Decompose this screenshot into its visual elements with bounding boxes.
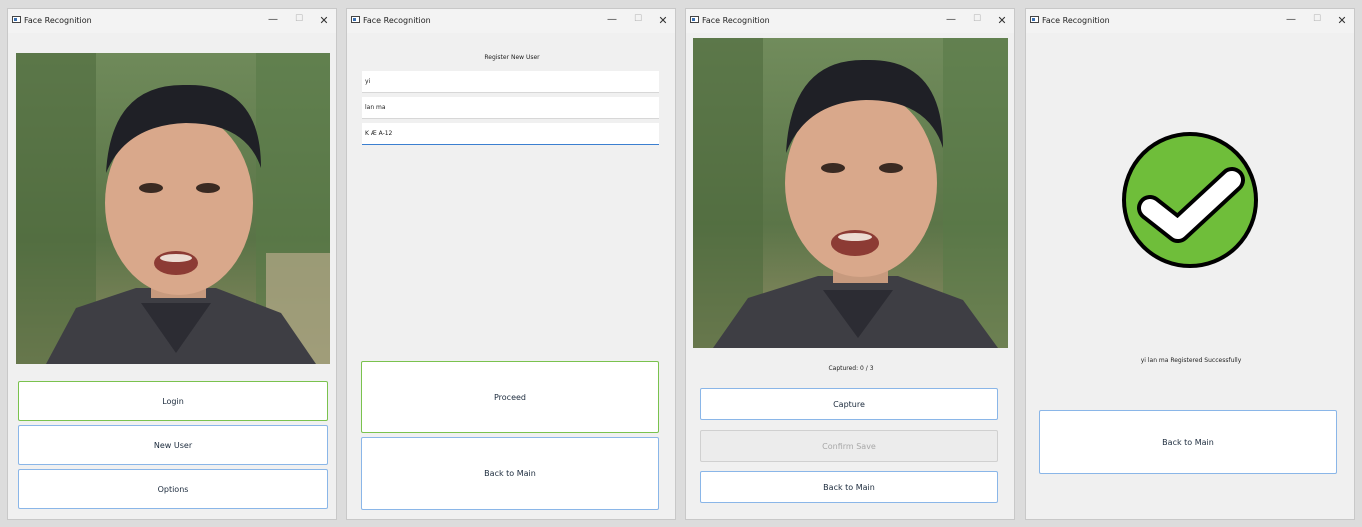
last-name-field[interactable]: lan ma: [362, 97, 659, 119]
new-user-button[interactable]: New User: [18, 425, 328, 465]
camera-feed: [693, 38, 1008, 348]
title-bar: Face Recognition — ☐ ✕: [686, 9, 1014, 33]
app-icon: [690, 16, 699, 23]
capture-status: Captured: 0 / 3: [828, 365, 874, 372]
minimize-button[interactable]: —: [265, 14, 281, 25]
success-window: Face Recognition — ☐ ✕ yi lan ma Registe…: [1025, 8, 1355, 520]
main-window: Face Recognition — ☐ ✕ Login New User Op…: [7, 8, 337, 520]
first-name-field[interactable]: yi: [362, 71, 659, 93]
window-title: Face Recognition: [1042, 16, 1110, 25]
app-icon: [351, 16, 360, 23]
close-button[interactable]: ✕: [1334, 14, 1350, 27]
window-title: Face Recognition: [702, 16, 770, 25]
close-button[interactable]: ✕: [655, 14, 671, 27]
title-bar: Face Recognition — ☐ ✕: [1026, 9, 1354, 33]
id-field[interactable]: K Æ A-12: [362, 123, 659, 145]
title-bar: Face Recognition — ☐ ✕: [347, 9, 675, 33]
confirm-save-button[interactable]: Confirm Save: [700, 430, 998, 462]
window-title: Face Recognition: [363, 16, 431, 25]
register-window: Face Recognition — ☐ ✕ Register New User…: [346, 8, 676, 520]
minimize-button[interactable]: —: [1283, 14, 1299, 25]
camera-feed: [16, 53, 330, 364]
app-icon: [12, 16, 21, 23]
maximize-button[interactable]: ☐: [1309, 14, 1325, 24]
proceed-button[interactable]: Proceed: [361, 361, 659, 433]
back-to-main-button[interactable]: Back to Main: [700, 471, 998, 503]
close-button[interactable]: ✕: [316, 14, 332, 27]
register-heading: Register New User: [484, 54, 540, 61]
capture-window: Face Recognition — ☐ ✕ Captured: 0 / 3 C…: [685, 8, 1015, 520]
camera-image: [16, 53, 330, 364]
title-bar: Face Recognition — ☐ ✕: [8, 9, 336, 33]
capture-button[interactable]: Capture: [700, 388, 998, 420]
options-button[interactable]: Options: [18, 469, 328, 509]
check-success-icon: [1122, 132, 1258, 268]
camera-image: [693, 38, 1008, 348]
back-to-main-button[interactable]: Back to Main: [1039, 410, 1337, 474]
success-message: yi lan ma Registered Successfully: [1140, 357, 1242, 364]
maximize-button[interactable]: ☐: [630, 14, 646, 24]
minimize-button[interactable]: —: [604, 14, 620, 25]
back-to-main-button[interactable]: Back to Main: [361, 437, 659, 510]
minimize-button[interactable]: —: [943, 14, 959, 25]
app-icon: [1030, 16, 1039, 23]
close-button[interactable]: ✕: [994, 14, 1010, 27]
maximize-button[interactable]: ☐: [969, 14, 985, 24]
maximize-button[interactable]: ☐: [291, 14, 307, 24]
login-button[interactable]: Login: [18, 381, 328, 421]
window-title: Face Recognition: [24, 16, 92, 25]
